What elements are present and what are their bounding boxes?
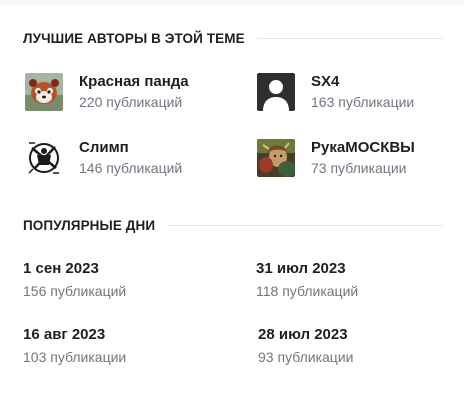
emblem-avatar-icon	[25, 139, 63, 177]
day-date[interactable]: 28 июл 2023	[258, 325, 458, 345]
day-post-count: 103 публикации	[23, 349, 127, 365]
default-user-icon	[257, 73, 295, 111]
author-item-slimp[interactable]: Слимп 146 публикаций	[25, 138, 225, 178]
avatar[interactable]	[257, 139, 295, 177]
popular-days-header: ПОПУЛЯРНЫЕ ДНИ	[23, 215, 443, 235]
section-divider	[167, 224, 443, 226]
author-name[interactable]: SX4	[311, 72, 414, 92]
author-item-sx4[interactable]: SX4 163 публикации	[257, 72, 457, 112]
red-panda-avatar-icon	[25, 73, 63, 111]
author-post-count: 220 публикаций	[79, 94, 183, 110]
author-post-count: 73 публикации	[311, 160, 407, 176]
avatar[interactable]	[25, 139, 63, 177]
avatar[interactable]	[25, 73, 63, 111]
popular-day-item[interactable]: 1 сен 2023 156 публикаций	[23, 259, 223, 301]
painting-avatar-icon	[257, 139, 295, 177]
avatar[interactable]	[257, 73, 295, 111]
day-date[interactable]: 16 авг 2023	[23, 325, 223, 345]
popular-day-item[interactable]: 31 июл 2023 118 публикаций	[256, 259, 456, 301]
popular-day-item[interactable]: 28 июл 2023 93 публикации	[258, 325, 458, 367]
author-name[interactable]: РукаМОСКВЫ	[311, 138, 415, 158]
author-item-rukamoskvy[interactable]: РукаМОСКВЫ 73 публикации	[257, 138, 457, 178]
top-authors-header: ЛУЧШИЕ АВТОРЫ В ЭТОЙ ТЕМЕ	[23, 28, 443, 48]
top-authors-title: ЛУЧШИЕ АВТОРЫ В ЭТОЙ ТЕМЕ	[23, 30, 245, 46]
author-post-count: 163 публикации	[311, 94, 415, 110]
day-post-count: 118 публикаций	[256, 283, 359, 299]
author-name[interactable]: Красная панда	[79, 72, 189, 92]
day-date[interactable]: 1 сен 2023	[23, 259, 223, 279]
popular-day-item[interactable]: 16 авг 2023 103 публикации	[23, 325, 223, 367]
day-post-count: 93 публикации	[258, 349, 354, 365]
author-post-count: 146 публикаций	[79, 160, 183, 176]
section-divider	[256, 37, 443, 39]
author-name[interactable]: Слимп	[79, 138, 182, 158]
author-item-red-panda[interactable]: Красная панда 220 публикаций	[25, 72, 225, 112]
popular-days-title: ПОПУЛЯРНЫЕ ДНИ	[23, 217, 156, 233]
day-post-count: 156 публикаций	[23, 283, 127, 299]
day-date[interactable]: 31 июл 2023	[256, 259, 456, 279]
top-divider-strip	[0, 0, 464, 5]
